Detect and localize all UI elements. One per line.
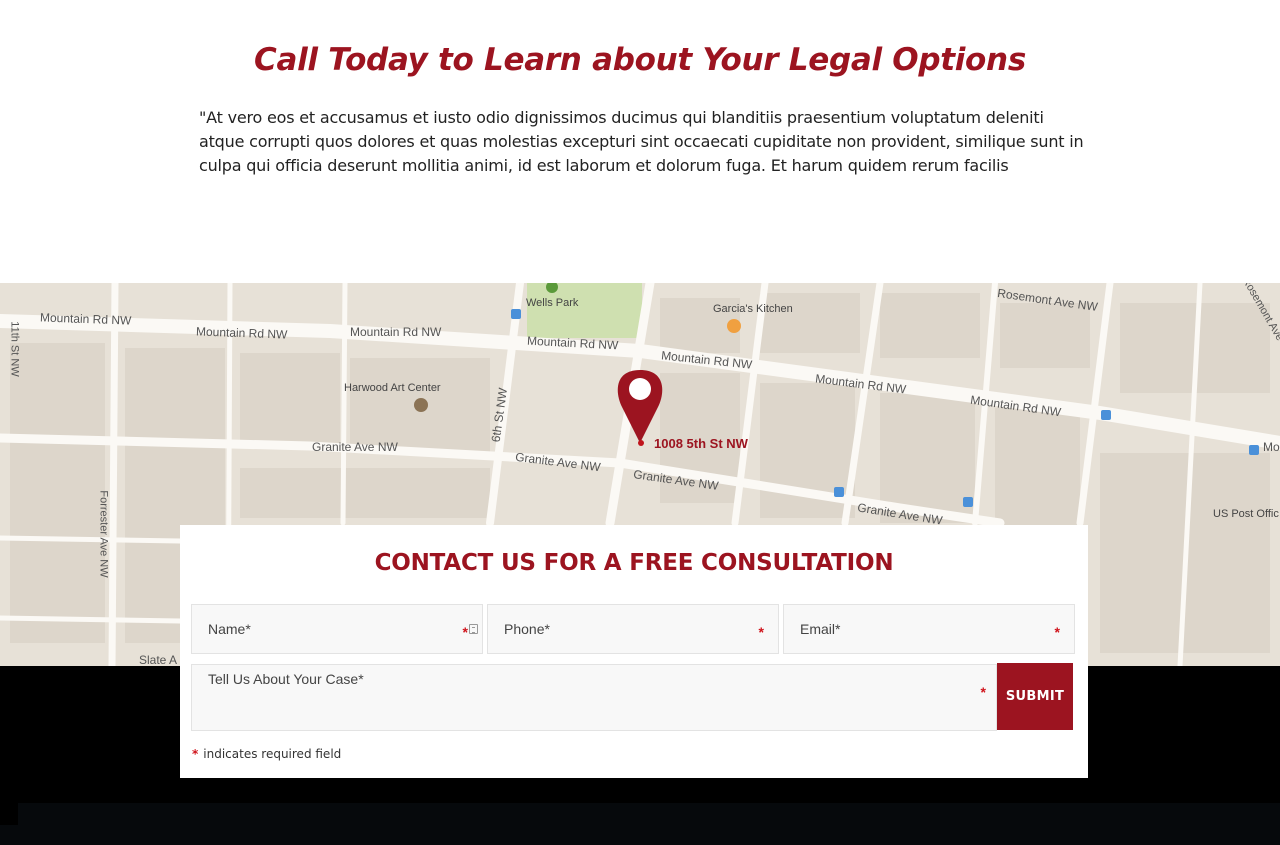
phone-field: * xyxy=(487,604,779,654)
required-asterisk: * xyxy=(192,747,199,761)
email-input[interactable] xyxy=(784,605,1074,653)
case-field: * xyxy=(191,664,997,731)
phone-input[interactable] xyxy=(488,605,778,653)
name-input[interactable] xyxy=(192,605,482,653)
footer-notch xyxy=(0,803,18,825)
footer-band xyxy=(0,803,1280,845)
street-label-forrester: Forrester Ave NW xyxy=(97,490,110,578)
name-field: * xyxy=(191,604,483,654)
poi-label-park: Wells Park xyxy=(526,297,579,309)
street-label-slate: Slate A xyxy=(139,653,178,666)
required-asterisk: * xyxy=(758,624,764,640)
poi-label-restaurant: Garcia's Kitchen xyxy=(713,303,793,315)
required-note: * indicates required field xyxy=(192,747,341,761)
contact-form: CONTACT US FOR A FREE CONSULTATION * * *… xyxy=(180,525,1088,778)
street-label-11th: 11th St NW xyxy=(8,321,21,377)
contact-card-icon[interactable] xyxy=(469,624,478,634)
required-asterisk: * xyxy=(980,684,986,700)
case-textarea[interactable] xyxy=(192,665,996,730)
required-asterisk: * xyxy=(462,624,468,640)
form-title: CONTACT US FOR A FREE CONSULTATION xyxy=(374,550,894,576)
street-label-granite: Granite Ave NW xyxy=(312,440,398,454)
required-asterisk: * xyxy=(1054,624,1060,640)
poi-label-art-center: Harwood Art Center xyxy=(344,382,441,394)
required-note-text: indicates required field xyxy=(203,747,342,761)
submit-button[interactable]: SUBMIT xyxy=(997,663,1073,730)
intro-section: Call Today to Learn about Your Legal Opt… xyxy=(0,0,1280,283)
intro-headline: Call Today to Learn about Your Legal Opt… xyxy=(254,42,1026,78)
pin-address-label: 1008 5th St NW xyxy=(654,436,748,451)
intro-paragraph: "At vero eos et accusamus et iusto odio … xyxy=(199,108,1084,175)
email-field: * xyxy=(783,604,1075,654)
street-label-mountain-edge: Mo xyxy=(1263,440,1280,454)
street-label-mountain: Mountain Rd NW xyxy=(350,325,442,339)
poi-label-post-office: US Post Offic xyxy=(1213,508,1279,520)
